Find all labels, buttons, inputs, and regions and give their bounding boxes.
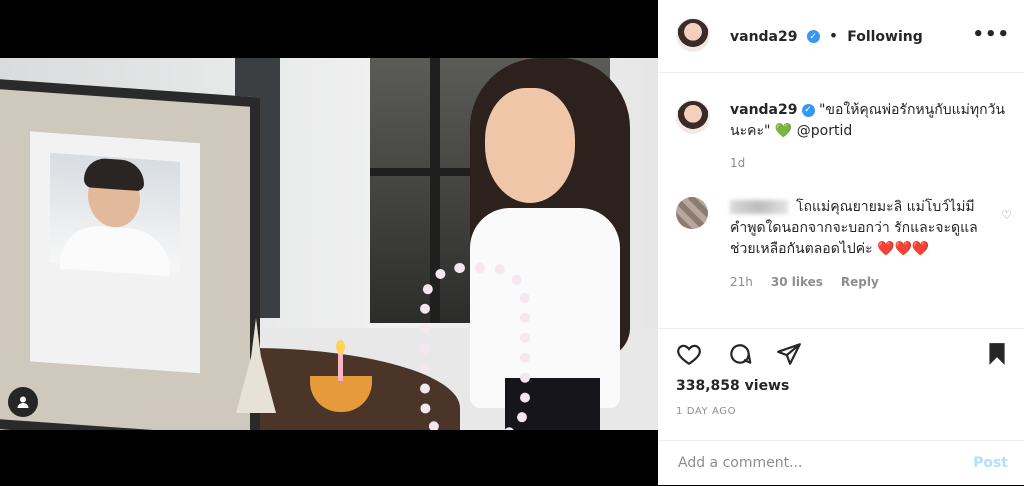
comment-block: โถแม่คุณยายมะลิ แม่โบว์ไม่มีคำพูดใดนอกจา… (730, 197, 990, 260)
post-actions: 338,858 views 1 DAY AGO (658, 328, 1024, 449)
comment-likes[interactable]: 30 likes (771, 275, 823, 289)
candle-flame (336, 340, 345, 354)
portrait-shirt (60, 223, 170, 277)
separator-dot: • (828, 26, 839, 45)
post-header: vanda29 ✓ • Following ••• (658, 0, 1024, 73)
bookmark-icon[interactable] (984, 341, 1010, 367)
share-icon[interactable] (776, 341, 802, 367)
comment-reply-button[interactable]: Reply (841, 275, 879, 289)
portrait-hair (84, 157, 144, 192)
commenter-username-blurred[interactable] (730, 200, 788, 214)
following-button[interactable]: Following (847, 29, 923, 45)
verified-badge-icon: ✓ (806, 30, 820, 43)
flower-garland (420, 263, 530, 430)
more-options-icon[interactable]: ••• (972, 24, 1010, 45)
author-line: vanda29 ✓ • Following (730, 26, 923, 45)
frame-mat (30, 131, 200, 374)
author-username[interactable]: vanda29 (730, 29, 798, 45)
caption-timestamp[interactable]: 1d (730, 156, 745, 170)
comment-like-icon[interactable]: ♡ (1001, 208, 1012, 222)
view-count[interactable]: 338,858 views (676, 378, 789, 394)
post-sidebar: vanda29 ✓ • Following ••• vanda29 ✓ "ขอให… (658, 0, 1024, 485)
comment-composer: Add a comment... Post (658, 440, 1024, 486)
author-avatar[interactable] (676, 18, 710, 52)
comment-icon[interactable] (727, 341, 753, 367)
post-date[interactable]: 1 DAY AGO (676, 406, 736, 417)
girl-face (485, 88, 575, 203)
comment-time[interactable]: 21h (730, 275, 753, 289)
caption-block: vanda29 ✓ "ขอให้คุณพ่อรักหนูกับแม่ทุกวันน… (730, 100, 1015, 142)
comment-input[interactable]: Add a comment... (678, 455, 802, 471)
post-media[interactable] (0, 0, 658, 485)
portrait-photo (50, 152, 180, 277)
heart-icon[interactable] (676, 341, 702, 367)
user-tag-icon[interactable] (8, 387, 38, 417)
photo-frame (0, 78, 260, 430)
post-video[interactable] (0, 58, 658, 430)
candle (338, 353, 343, 381)
caption-avatar[interactable] (676, 100, 710, 134)
commenter-avatar[interactable] (676, 197, 708, 229)
caption-username[interactable]: vanda29 (730, 102, 798, 118)
caption-verified-icon: ✓ (801, 103, 815, 117)
comment-meta: 21h 30 likes Reply (730, 275, 879, 289)
post-comment-button[interactable]: Post (973, 455, 1008, 471)
